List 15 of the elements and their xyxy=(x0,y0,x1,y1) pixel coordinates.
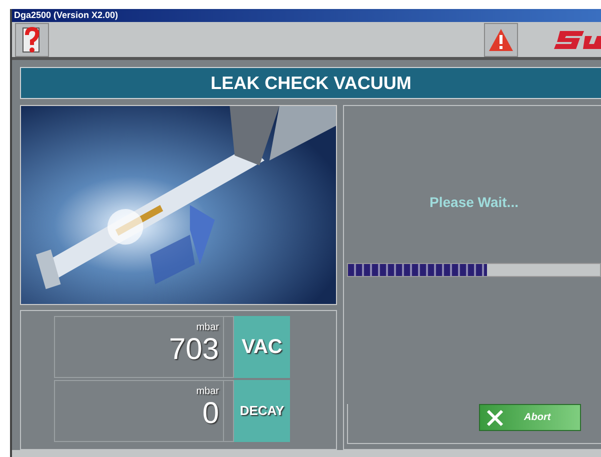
warning-icon xyxy=(488,28,514,52)
unit-label: mbar xyxy=(196,321,219,335)
reading-value: 0 xyxy=(202,399,219,429)
close-icon xyxy=(486,408,504,426)
mode-label: VAC xyxy=(234,316,290,378)
reading-value: 703 xyxy=(168,335,219,365)
window-title: Dga2500 (Version X2.00) xyxy=(12,9,601,22)
warning-button[interactable] xyxy=(484,22,518,56)
logo-icon xyxy=(554,28,601,50)
screen-title: LEAK CHECK VACUUM xyxy=(20,67,601,99)
unit-label: mbar xyxy=(196,385,219,399)
abort-button[interactable]: Abort xyxy=(479,404,581,431)
help-button[interactable] xyxy=(15,22,49,56)
mode-label: DECAY xyxy=(234,380,290,442)
status-message: Please Wait... xyxy=(428,193,520,212)
